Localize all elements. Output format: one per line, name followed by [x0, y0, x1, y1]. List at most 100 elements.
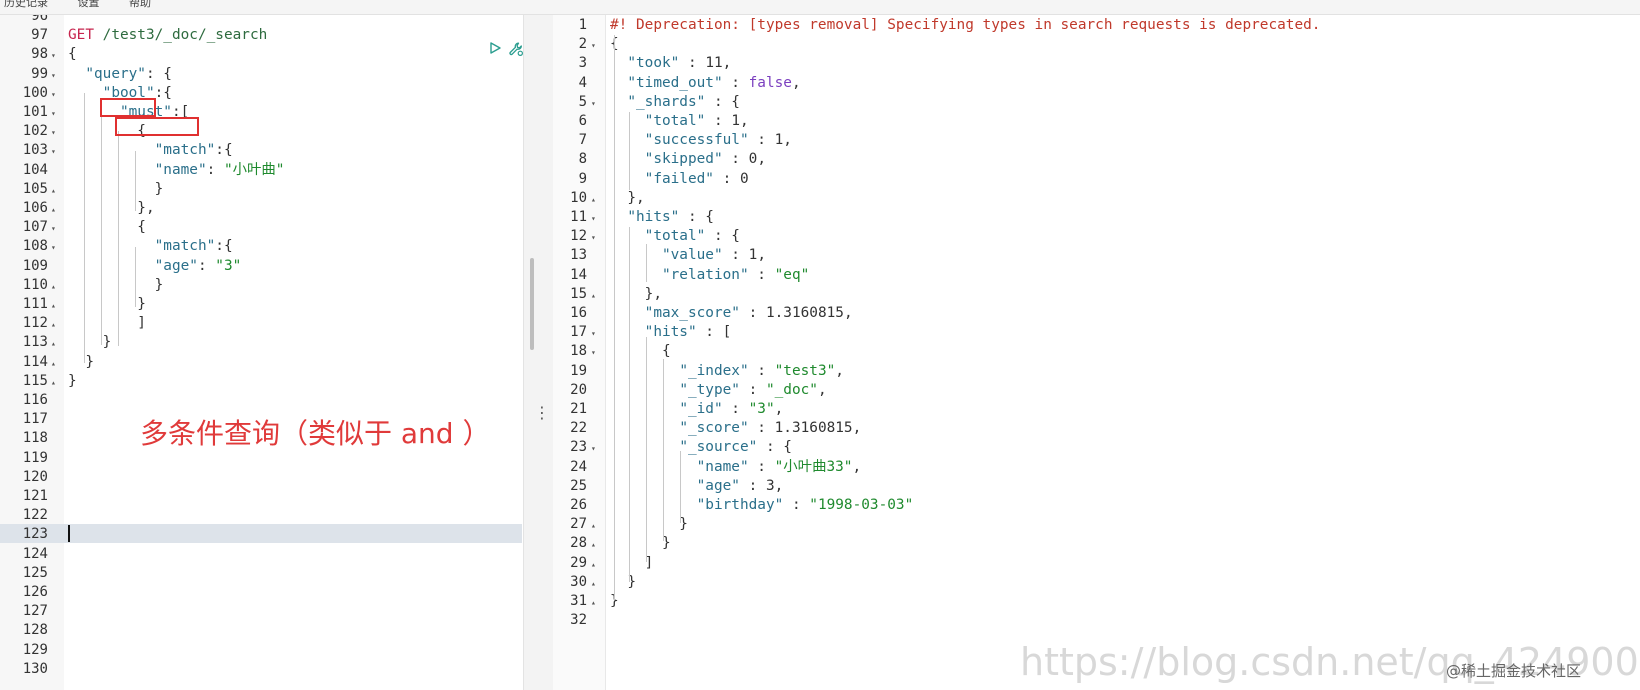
fold-expand-icon[interactable]: ▾ — [51, 238, 56, 257]
code-text: "hits" : { — [610, 208, 714, 227]
line-number: 111 — [22, 296, 48, 312]
play-icon[interactable] — [488, 41, 502, 55]
code-token: , — [722, 55, 732, 72]
code-text: { — [68, 45, 77, 64]
line-number: 23 — [570, 439, 587, 456]
fold-collapse-icon[interactable]: ▴ — [51, 296, 56, 315]
fold-expand-icon[interactable]: ▾ — [51, 142, 56, 161]
pane-splitter[interactable]: ⋮ — [523, 15, 555, 690]
code-token: { — [68, 46, 77, 63]
code-token: : — [748, 420, 775, 437]
code-text: } — [610, 515, 688, 534]
fold-expand-icon[interactable]: ▾ — [51, 123, 56, 142]
fold-expand-icon[interactable]: ▾ — [51, 104, 56, 123]
code-text: "_shards" : { — [610, 93, 740, 112]
code-token: : — [705, 113, 732, 129]
fold-expand-icon[interactable]: ▾ — [51, 46, 56, 65]
fold-collapse-icon[interactable]: ▴ — [591, 593, 596, 612]
code-token: "test3" — [774, 362, 836, 379]
fold-collapse-icon[interactable]: ▴ — [591, 535, 596, 554]
code-text: "name" : "小叶曲33", — [610, 458, 861, 477]
line-number: 19 — [570, 362, 587, 379]
fold-expand-icon[interactable]: ▾ — [591, 228, 596, 247]
code-text: "relation" : "eq" — [610, 266, 809, 285]
menu-history[interactable]: 历史记录 — [4, 0, 48, 9]
code-token: "1998-03-03" — [809, 497, 914, 513]
fold-expand-icon[interactable]: ▾ — [591, 343, 596, 362]
fold-collapse-icon[interactable]: ▴ — [51, 373, 56, 392]
fold-expand-icon[interactable]: ▾ — [591, 36, 596, 55]
fold-collapse-icon[interactable]: ▴ — [591, 190, 596, 209]
line-number: 106 — [22, 200, 48, 216]
fold-expand-icon[interactable]: ▾ — [591, 94, 596, 113]
line-number: 2 — [578, 36, 587, 53]
fold-collapse-icon[interactable]: ▴ — [51, 315, 56, 334]
line-number: 6 — [578, 113, 587, 129]
line-number: 113 — [22, 334, 48, 351]
fold-expand-icon[interactable]: ▾ — [591, 324, 596, 343]
line-number: 7 — [578, 132, 587, 149]
menu-settings[interactable]: 设置 — [78, 0, 100, 9]
fold-expand-icon[interactable]: ▾ — [591, 439, 596, 458]
code-token: } — [68, 276, 164, 293]
code-token: , — [791, 74, 801, 91]
code-token: "match" — [154, 142, 216, 159]
code-token: : { — [705, 93, 740, 110]
fold-collapse-icon[interactable]: ▴ — [591, 574, 596, 593]
request-editor[interactable]: 96 97 GET /test3/_doc/_search 98 ▾{99 ▾ "quer… — [0, 15, 523, 690]
line-number: 101 — [22, 104, 48, 120]
code-token: { — [68, 219, 146, 236]
code-text: "_score" : 1.3160815, — [610, 419, 861, 438]
code-text: "skipped" : 0, — [610, 150, 766, 169]
request-scrollbar[interactable] — [530, 258, 534, 350]
menu-help[interactable]: 帮助 — [129, 0, 151, 9]
line-number: 27 — [570, 516, 587, 533]
indent-guide — [629, 112, 630, 190]
line-number: 104 — [22, 161, 48, 178]
code-token: 3 — [765, 477, 775, 494]
wrench-icon[interactable] — [508, 41, 524, 57]
fold-collapse-icon[interactable]: ▴ — [51, 277, 56, 296]
code-text: "_id" : "3", — [610, 400, 783, 419]
code-text: } — [610, 534, 671, 553]
indent-guide — [135, 151, 136, 211]
code-text: "age": "3" — [68, 257, 242, 276]
fold-collapse-icon[interactable]: ▴ — [591, 555, 596, 574]
fold-collapse-icon[interactable]: ▴ — [51, 334, 56, 353]
line-number: 117 — [22, 411, 48, 428]
code-text: "took" : 11, — [610, 54, 731, 73]
code-text: "query": { — [68, 65, 172, 84]
code-text: "failed" : 0 — [610, 170, 749, 189]
code-token: { — [610, 343, 671, 360]
code-token: "name" — [154, 161, 207, 178]
code-token: 1 — [774, 132, 784, 149]
line-number: 105 — [22, 180, 48, 197]
response-viewer[interactable]: 1 #! Deprecation: [types removal] Specify… — [553, 15, 1640, 690]
fold-expand-icon[interactable]: ▾ — [51, 85, 56, 104]
code-token: "successful" — [644, 132, 749, 149]
fold-collapse-icon[interactable]: ▴ — [51, 354, 56, 373]
line-number: 8 — [578, 151, 587, 168]
code-token: "relation" — [661, 266, 749, 283]
fold-expand-icon[interactable]: ▾ — [591, 209, 596, 228]
code-token: }, — [610, 285, 662, 302]
fold-expand-icon[interactable]: ▾ — [51, 66, 56, 85]
fold-collapse-icon[interactable]: ▴ — [51, 181, 56, 200]
line-number: 110 — [22, 276, 48, 293]
code-token: : { — [145, 65, 172, 82]
line-number: 96 — [31, 15, 48, 24]
code-token: /test3/_doc/_search — [102, 27, 268, 44]
code-token: : [ — [696, 324, 732, 341]
code-token: , — [852, 458, 862, 475]
fold-collapse-icon[interactable]: ▴ — [51, 200, 56, 219]
fold-collapse-icon[interactable]: ▴ — [591, 516, 596, 535]
code-token: : — [722, 401, 749, 417]
code-token: "_doc" — [765, 381, 818, 398]
fold-collapse-icon[interactable]: ▴ — [591, 286, 596, 305]
code-token: , — [774, 401, 784, 417]
code-token: 0 — [739, 170, 749, 187]
code-token: : — [722, 247, 749, 264]
fold-expand-icon[interactable]: ▾ — [51, 219, 56, 238]
vertical-dots-icon[interactable]: ⋮ — [534, 403, 550, 422]
